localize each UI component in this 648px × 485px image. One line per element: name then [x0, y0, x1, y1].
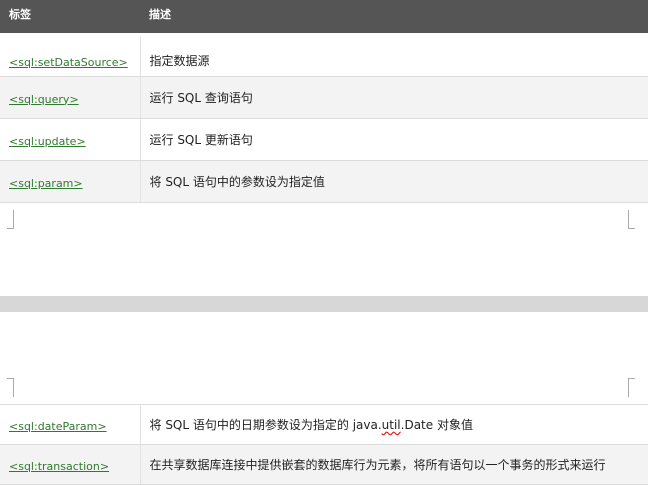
page-corner-mark [628, 378, 635, 397]
tag-link-setdatasource[interactable]: <sql:setDataSource> [9, 56, 128, 69]
page-break-gap [0, 296, 648, 312]
sql-tags-table-top: 标签 描述 <sql:setDataSource> 指定数据源 <sql:que… [0, 0, 648, 203]
tag-link-update[interactable]: <sql:update> [9, 135, 86, 148]
row-description: 运行 SQL 查询语句 [140, 76, 648, 119]
tag-link-transaction[interactable]: <sql:transaction> [9, 460, 109, 473]
table-header-row: 标签 描述 [0, 0, 648, 36]
row-description: 指定数据源 [140, 33, 648, 77]
tag-link-query[interactable]: <sql:query> [9, 93, 79, 106]
table-row: <sql:setDataSource> 指定数据源 [0, 33, 648, 77]
table-row: <sql:update> 运行 SQL 更新语句 [0, 118, 648, 161]
page-corner-mark [7, 378, 14, 397]
table-row: <sql:transaction> 在共享数据库连接中提供嵌套的数据库行为元素，… [0, 444, 648, 485]
row-description: 将 SQL 语句中的日期参数设为指定的 java.util.Date 对象值 [140, 404, 648, 445]
row-description: 在共享数据库连接中提供嵌套的数据库行为元素，将所有语句以一个事务的形式来运行 [140, 444, 648, 485]
table-row: <sql:param> 将 SQL 语句中的参数设为指定值 [0, 160, 648, 203]
header-description: 描述 [140, 0, 648, 36]
page-corner-mark [628, 210, 635, 229]
spellcheck-word: util [381, 418, 401, 432]
header-tag: 标签 [0, 0, 140, 36]
row-description: 将 SQL 语句中的参数设为指定值 [140, 160, 648, 203]
document-page: 标签 描述 <sql:setDataSource> 指定数据源 <sql:que… [0, 0, 648, 485]
tag-link-dateparam[interactable]: <sql:dateParam> [9, 420, 107, 433]
page-corner-mark [7, 210, 14, 229]
sql-tags-table-bottom: <sql:dateParam> 将 SQL 语句中的日期参数设为指定的 java… [0, 404, 648, 485]
tag-link-param[interactable]: <sql:param> [9, 177, 83, 190]
table-row: <sql:query> 运行 SQL 查询语句 [0, 76, 648, 119]
row-description: 运行 SQL 更新语句 [140, 118, 648, 161]
table-row: <sql:dateParam> 将 SQL 语句中的日期参数设为指定的 java… [0, 404, 648, 445]
